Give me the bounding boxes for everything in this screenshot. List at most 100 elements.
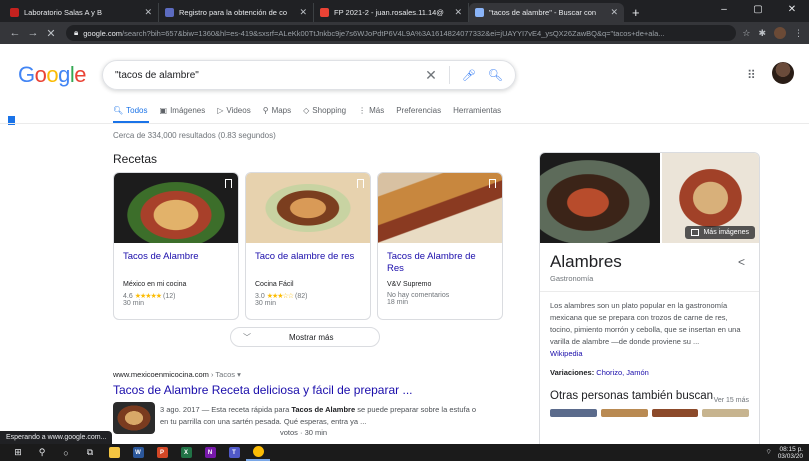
related-thumbnail[interactable] — [550, 409, 597, 417]
maximize-button[interactable]: ▢ — [741, 0, 775, 20]
bookmark-icon[interactable] — [357, 179, 364, 188]
url-field[interactable]: 🔒︎ google.com /search?bih=657&biw=1360&h… — [66, 25, 737, 41]
more-images-label: Más imágenes — [703, 229, 749, 236]
taskbar-item[interactable]: W — [126, 444, 150, 461]
tab-videos[interactable]: ▷ Videos — [217, 103, 250, 117]
browser-menu-icon[interactable]: ⋮ — [794, 28, 803, 39]
show-more-button[interactable]: ﹀ Mostrar más — [230, 327, 380, 347]
related-thumbnail[interactable] — [651, 409, 699, 417]
result-date: 3 ago. 2017 — [160, 405, 200, 414]
logo-letter: o — [34, 62, 47, 87]
taskbar-item[interactable]: ⊞ — [6, 444, 30, 461]
see-more-link[interactable]: Ver 15 más — [714, 397, 749, 404]
recipe-card[interactable]: Tacos de Alambre de Res V&V Supremo No hay… — [377, 172, 503, 320]
back-button[interactable]: ← — [6, 27, 24, 39]
word-icon: W — [132, 447, 144, 458]
browser-tab[interactable]: Laboratorio Salas A y B ✕ — [4, 3, 159, 22]
bookmark-icon[interactable] — [489, 179, 496, 188]
close-tab-icon[interactable]: ✕ — [610, 7, 618, 18]
recipe-title[interactable]: Taco de alambre de res — [246, 243, 370, 277]
chrome-icon — [252, 446, 264, 457]
browser-tab[interactable]: "tacos de alambre" - Buscar con ✕ — [469, 3, 624, 22]
browser-tab-label: "tacos de alambre" - Buscar con — [489, 8, 597, 17]
taskbar-item[interactable]: ⧉ — [78, 444, 102, 461]
logo-letter: e — [74, 62, 87, 87]
recipe-image[interactable] — [378, 173, 502, 243]
stop-loading-button[interactable]: ✕ — [42, 27, 60, 40]
clear-icon[interactable]: ✕ — [425, 67, 437, 84]
bookmark-icon[interactable] — [225, 179, 232, 188]
kp-subtitle: Gastronomía — [550, 274, 594, 283]
microphone-icon[interactable]: 🎤︎ — [462, 69, 476, 82]
google-icon — [475, 8, 484, 17]
star-rating-icon: ★★★☆☆ — [266, 293, 294, 300]
close-tab-icon[interactable]: ✕ — [299, 7, 307, 18]
search-icon[interactable]: 🔍︎ — [488, 68, 503, 82]
image-icon — [691, 229, 700, 236]
variations-links[interactable]: Chorizo, Jamón — [596, 368, 649, 377]
profile-avatar[interactable] — [774, 27, 786, 39]
related-thumbnail[interactable] — [702, 409, 749, 417]
tab-tool-0[interactable]: Preferencias — [396, 103, 441, 117]
search-icon: ⚲ — [38, 447, 46, 457]
share-icon[interactable]: < — [738, 255, 745, 269]
taskbar-item[interactable]: N — [198, 444, 222, 461]
windows-taskbar: ⊞ ⚲ ○ ⧉ W P X N T ⌔ 08:15 p. 03/03/20 — [0, 444, 809, 461]
taskbar-item[interactable]: T — [222, 444, 246, 461]
new-tab-button[interactable]: + — [624, 5, 648, 22]
tab-maps[interactable]: ⚲ Maps — [263, 103, 291, 117]
bookmark-star-icon[interactable]: ☆ — [742, 28, 750, 39]
close-window-button[interactable]: ✕ — [775, 0, 809, 20]
kp-description: Los alambres son un plato popular en la … — [540, 292, 759, 360]
browser-tab[interactable]: Registro para la obtención de co ✕ — [159, 3, 314, 22]
video-icon: ▷ — [217, 105, 224, 115]
tab-más[interactable]: ⋮ Más — [358, 103, 384, 117]
search-input[interactable] — [115, 69, 426, 81]
tab-label: Shopping — [312, 105, 347, 115]
address-bar: ← → ✕ 🔒︎ google.com /search?bih=657&biw=… — [0, 22, 809, 44]
taskbar-item[interactable]: P — [150, 444, 174, 461]
rating-value: 4.6 — [123, 293, 133, 300]
minimize-button[interactable]: – — [707, 0, 741, 20]
result-stats: Cerca de 334,000 resultados (0.83 segund… — [113, 131, 276, 140]
recipe-title[interactable]: Tacos de Alambre de Res — [378, 243, 502, 277]
apps-grid-icon[interactable]: ⠿ — [747, 68, 756, 82]
cortana-icon: ○ — [63, 447, 69, 458]
recipe-image[interactable] — [246, 173, 370, 243]
close-tab-icon[interactable]: ✕ — [454, 7, 462, 18]
taskbar-item[interactable]: X — [174, 444, 198, 461]
recipe-title[interactable]: Tacos de Alambre — [114, 243, 238, 277]
recipe-rating: 4.6 ★★★★★ (12) — [114, 292, 238, 300]
network-icon[interactable]: ⌔ — [766, 449, 772, 456]
tab-imágenes[interactable]: ▣ Imágenes — [160, 103, 206, 117]
account-avatar[interactable] — [772, 62, 794, 84]
recipe-image[interactable] — [114, 173, 238, 243]
clock[interactable]: 08:15 p. 03/03/20 — [778, 446, 803, 460]
related-thumbnail[interactable] — [600, 409, 648, 417]
taskbar-item[interactable]: ○ — [54, 444, 78, 461]
people-also-search-title: Otras personas también buscan — [550, 390, 714, 402]
taskbar-item[interactable] — [246, 444, 270, 461]
browser-tab[interactable]: FP 2021-2 - juan.rosales.11.14@ ✕ — [314, 3, 469, 22]
wikipedia-link[interactable]: Wikipedia — [550, 348, 749, 360]
more-images-button[interactable]: Más imágenes — [685, 226, 755, 239]
recipe-card[interactable]: Taco de alambre de res Cocina Fácil 3.0 ★★… — [245, 172, 371, 320]
recipe-time: 18 min — [387, 299, 409, 306]
tab-todos[interactable]: 🔍︎ Todos — [113, 103, 148, 117]
close-tab-icon[interactable]: ✕ — [144, 7, 152, 18]
taskbar-item[interactable]: ⚲ — [30, 444, 54, 461]
kp-image[interactable] — [540, 153, 660, 243]
result-title-link[interactable]: Tacos de Alambre Receta deliciosa y fáci… — [113, 383, 412, 397]
result-breadcrumb[interactable]: www.mexicoenmicocina.com › Tacos ▾ — [113, 370, 241, 379]
extensions-icon[interactable]: ✱ — [758, 28, 766, 39]
recipe-card[interactable]: Tacos de Alambre México en mi cocina 4.6 ★… — [113, 172, 239, 320]
taskbar-item[interactable] — [102, 444, 126, 461]
variations-label: Variaciones: — [550, 368, 595, 377]
tab-label: Videos — [226, 105, 251, 115]
forward-button[interactable]: → — [24, 27, 42, 39]
clock-time: 08:15 p. — [779, 445, 804, 453]
tab-shopping[interactable]: ◇ Shopping — [303, 103, 346, 117]
google-logo[interactable]: Google — [18, 62, 87, 88]
tab-tool-1[interactable]: Herramientas — [453, 103, 501, 117]
result-thumbnail[interactable] — [113, 402, 155, 434]
